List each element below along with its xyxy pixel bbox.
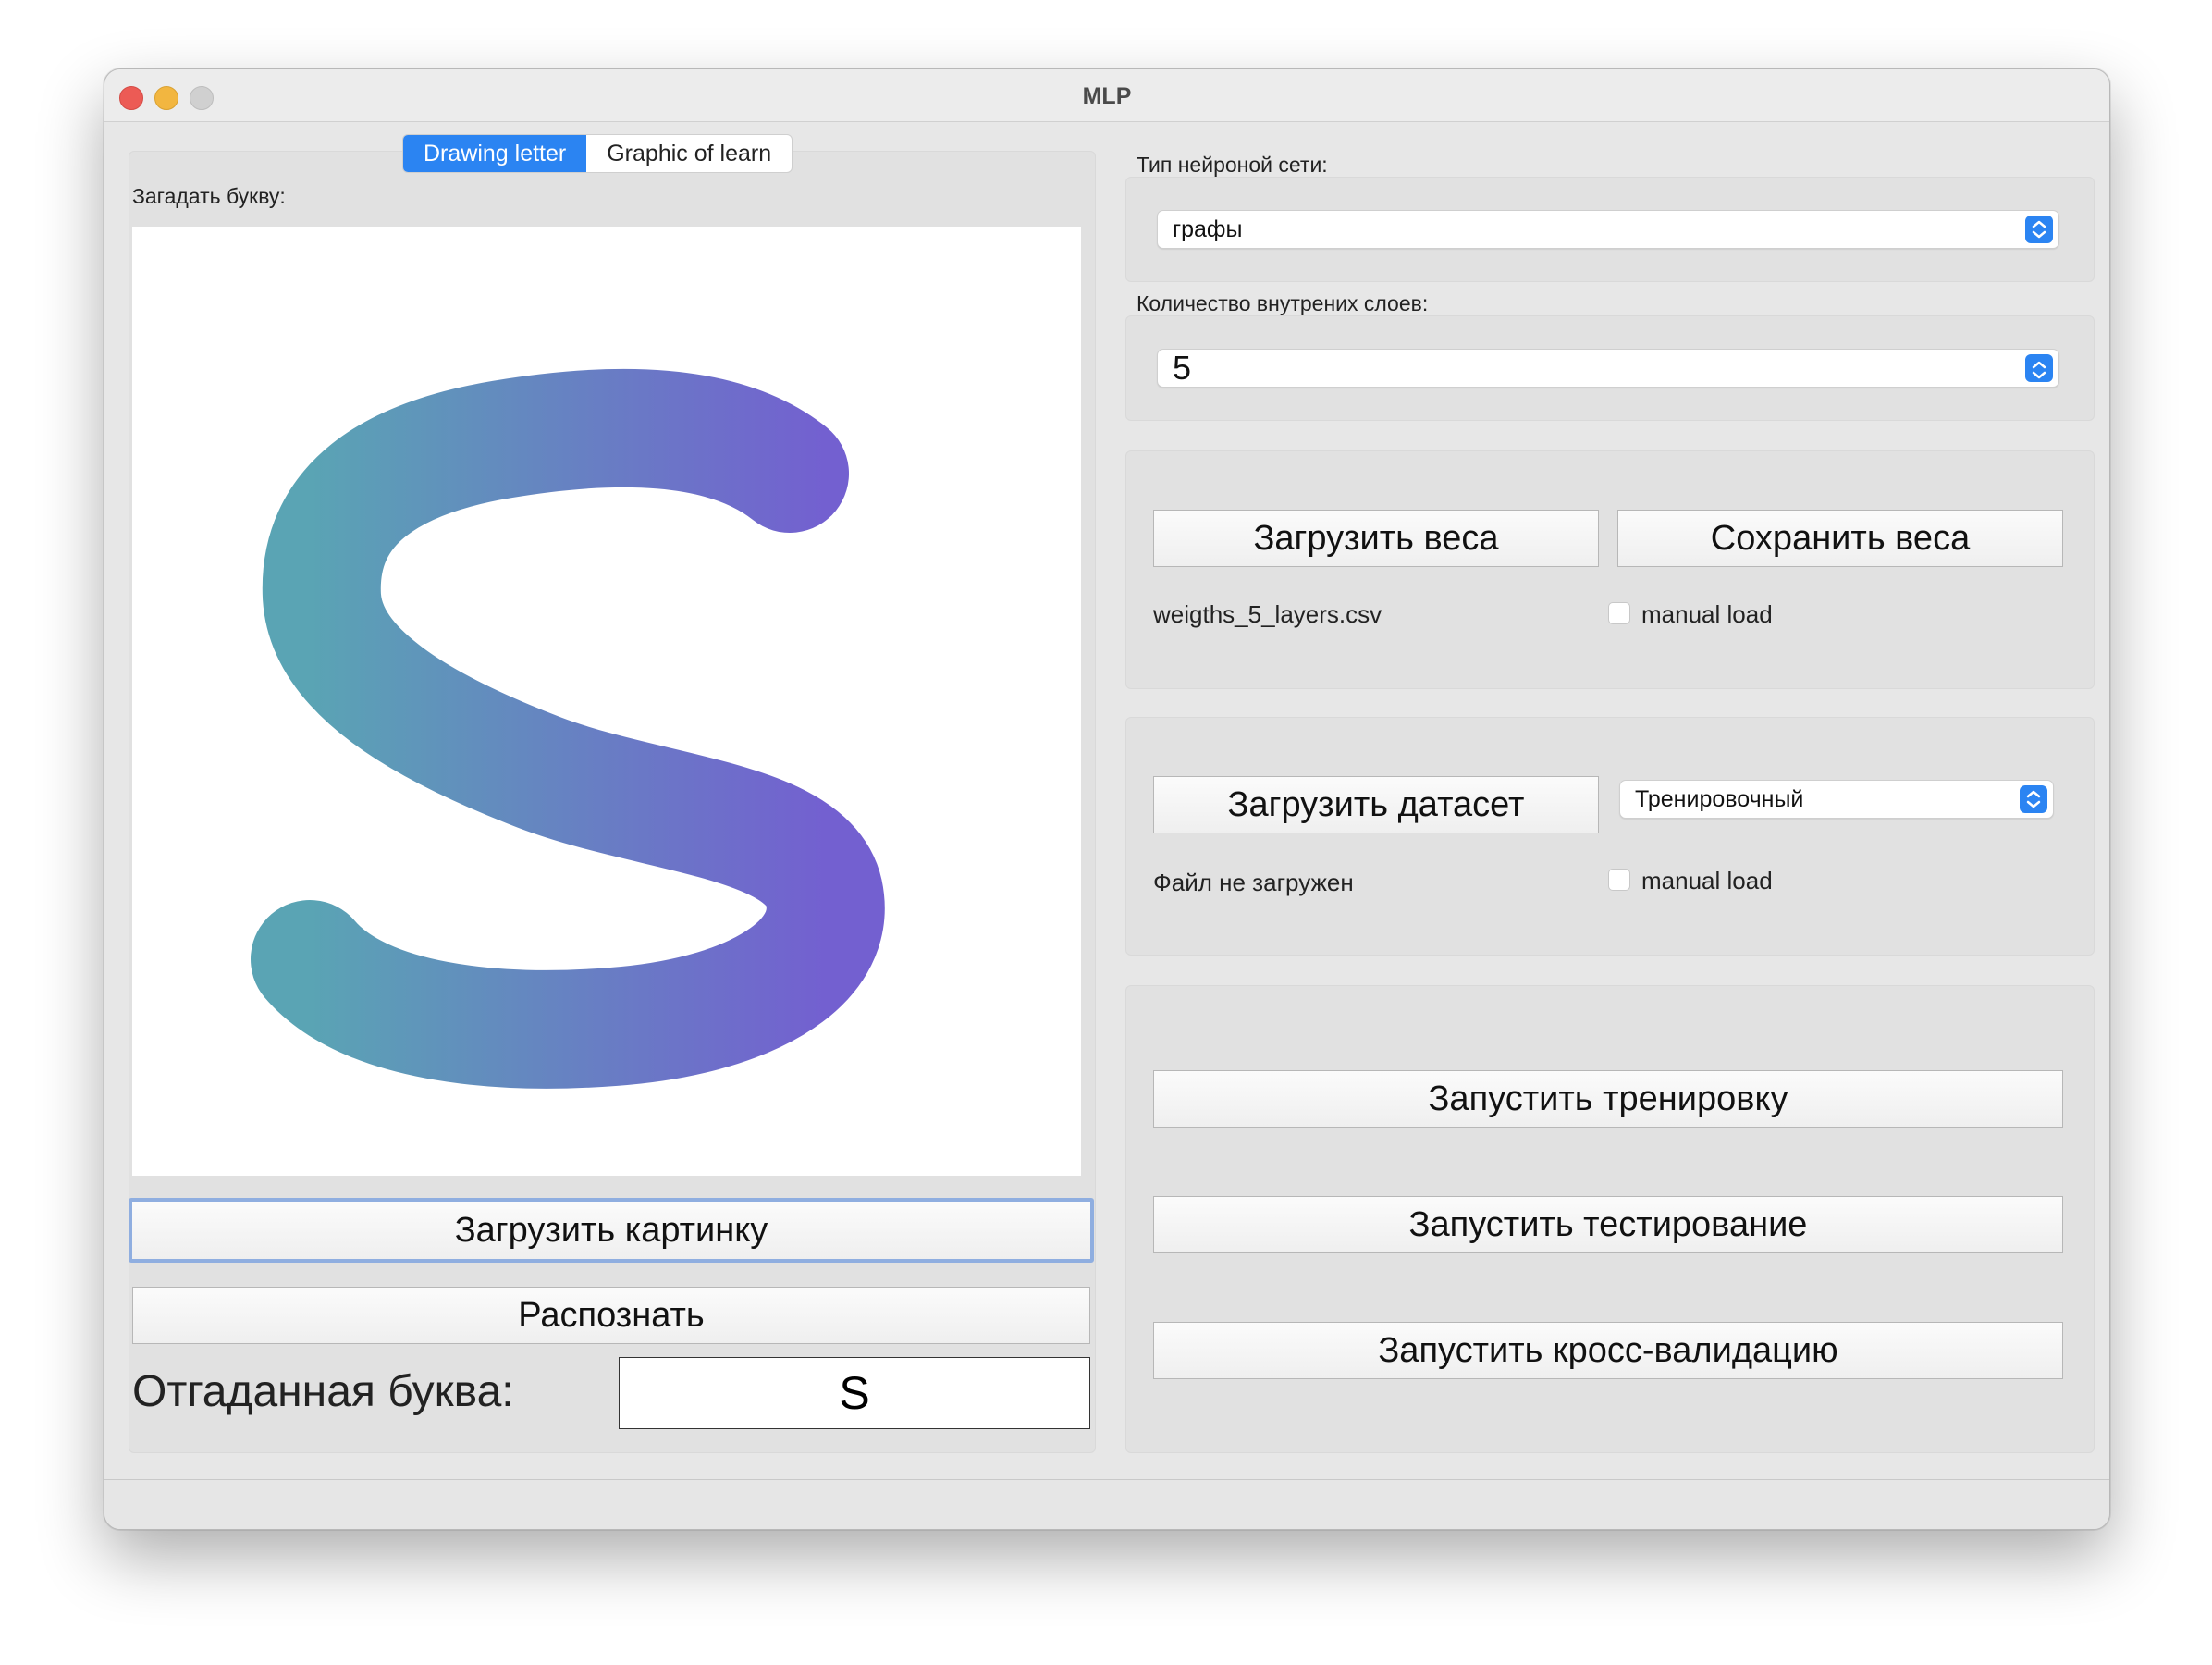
hidden-layers-label: Количество внутрених слоев: [1137, 291, 1429, 315]
hidden-layers-value: 5 [1173, 349, 1192, 387]
manual-load-dataset-checkbox[interactable] [1608, 869, 1630, 891]
dataset-status-text: Файл не загружен [1153, 869, 1354, 896]
load-image-button-label: Загрузить картинку [454, 1211, 768, 1250]
guessed-letter-value: S [619, 1357, 1090, 1429]
start-cross-validation-button-label: Запустить кросс-валидацию [1378, 1331, 1838, 1370]
recognize-button[interactable]: Распознать [132, 1287, 1090, 1344]
tab-graphic-of-learn[interactable]: Graphic of learn [586, 135, 792, 172]
start-cross-validation-button[interactable]: Запустить кросс-валидацию [1153, 1322, 2063, 1379]
select-arrows-icon [2020, 785, 2047, 813]
save-weights-button[interactable]: Сохранить веса [1617, 510, 2063, 567]
hidden-layers-select[interactable]: 5 [1157, 349, 2059, 388]
save-weights-button-label: Сохранить веса [1710, 519, 1971, 558]
dataset-type-select[interactable]: Тренировочный [1619, 780, 2054, 819]
app-window: MLP Drawing letter Graphic of learn Зага… [104, 68, 2110, 1530]
weights-group [1125, 450, 2095, 689]
drawing-canvas[interactable] [132, 227, 1081, 1176]
load-dataset-button[interactable]: Загрузить датасет [1153, 776, 1599, 833]
start-training-button-label: Запустить тренировку [1428, 1079, 1788, 1118]
guessed-letter-text: S [839, 1367, 870, 1419]
tab-drawing-letter[interactable]: Drawing letter [403, 135, 587, 172]
network-type-label: Тип нейроной сети: [1137, 153, 1328, 177]
select-arrows-icon [2025, 216, 2053, 243]
start-training-button[interactable]: Запустить тренировку [1153, 1070, 2063, 1128]
tab-bar: Drawing letter Graphic of learn [402, 134, 793, 173]
guessed-letter-label: Отгаданная буква: [132, 1367, 514, 1416]
start-testing-button[interactable]: Запустить тестирование [1153, 1196, 2063, 1253]
load-image-button[interactable]: Загрузить картинку [129, 1198, 1094, 1263]
dataset-type-value: Тренировочный [1635, 786, 1804, 812]
window-title: MLP [1082, 83, 1132, 109]
start-testing-button-label: Запустить тестирование [1408, 1205, 1808, 1244]
guess-letter-label: Загадать букву: [132, 184, 286, 208]
drawn-letter-stroke [251, 368, 885, 1089]
manual-load-weights-checkbox[interactable] [1608, 602, 1630, 624]
manual-load-weights-label: manual load [1641, 600, 1773, 628]
manual-load-dataset-label: manual load [1641, 867, 1773, 894]
select-arrows-icon [2025, 354, 2053, 382]
title-bar: MLP [104, 69, 2109, 122]
recognize-button-label: Распознать [518, 1296, 705, 1335]
load-weights-button-label: Загрузить веса [1253, 519, 1499, 558]
weights-file-name: weigths_5_layers.csv [1153, 600, 1382, 628]
status-bar [104, 1479, 2109, 1529]
load-dataset-button-label: Загрузить датасет [1227, 785, 1525, 824]
load-weights-button[interactable]: Загрузить веса [1153, 510, 1599, 567]
network-type-select[interactable]: графы [1157, 210, 2059, 249]
network-type-value: графы [1173, 216, 1243, 242]
dataset-group [1125, 717, 2095, 956]
